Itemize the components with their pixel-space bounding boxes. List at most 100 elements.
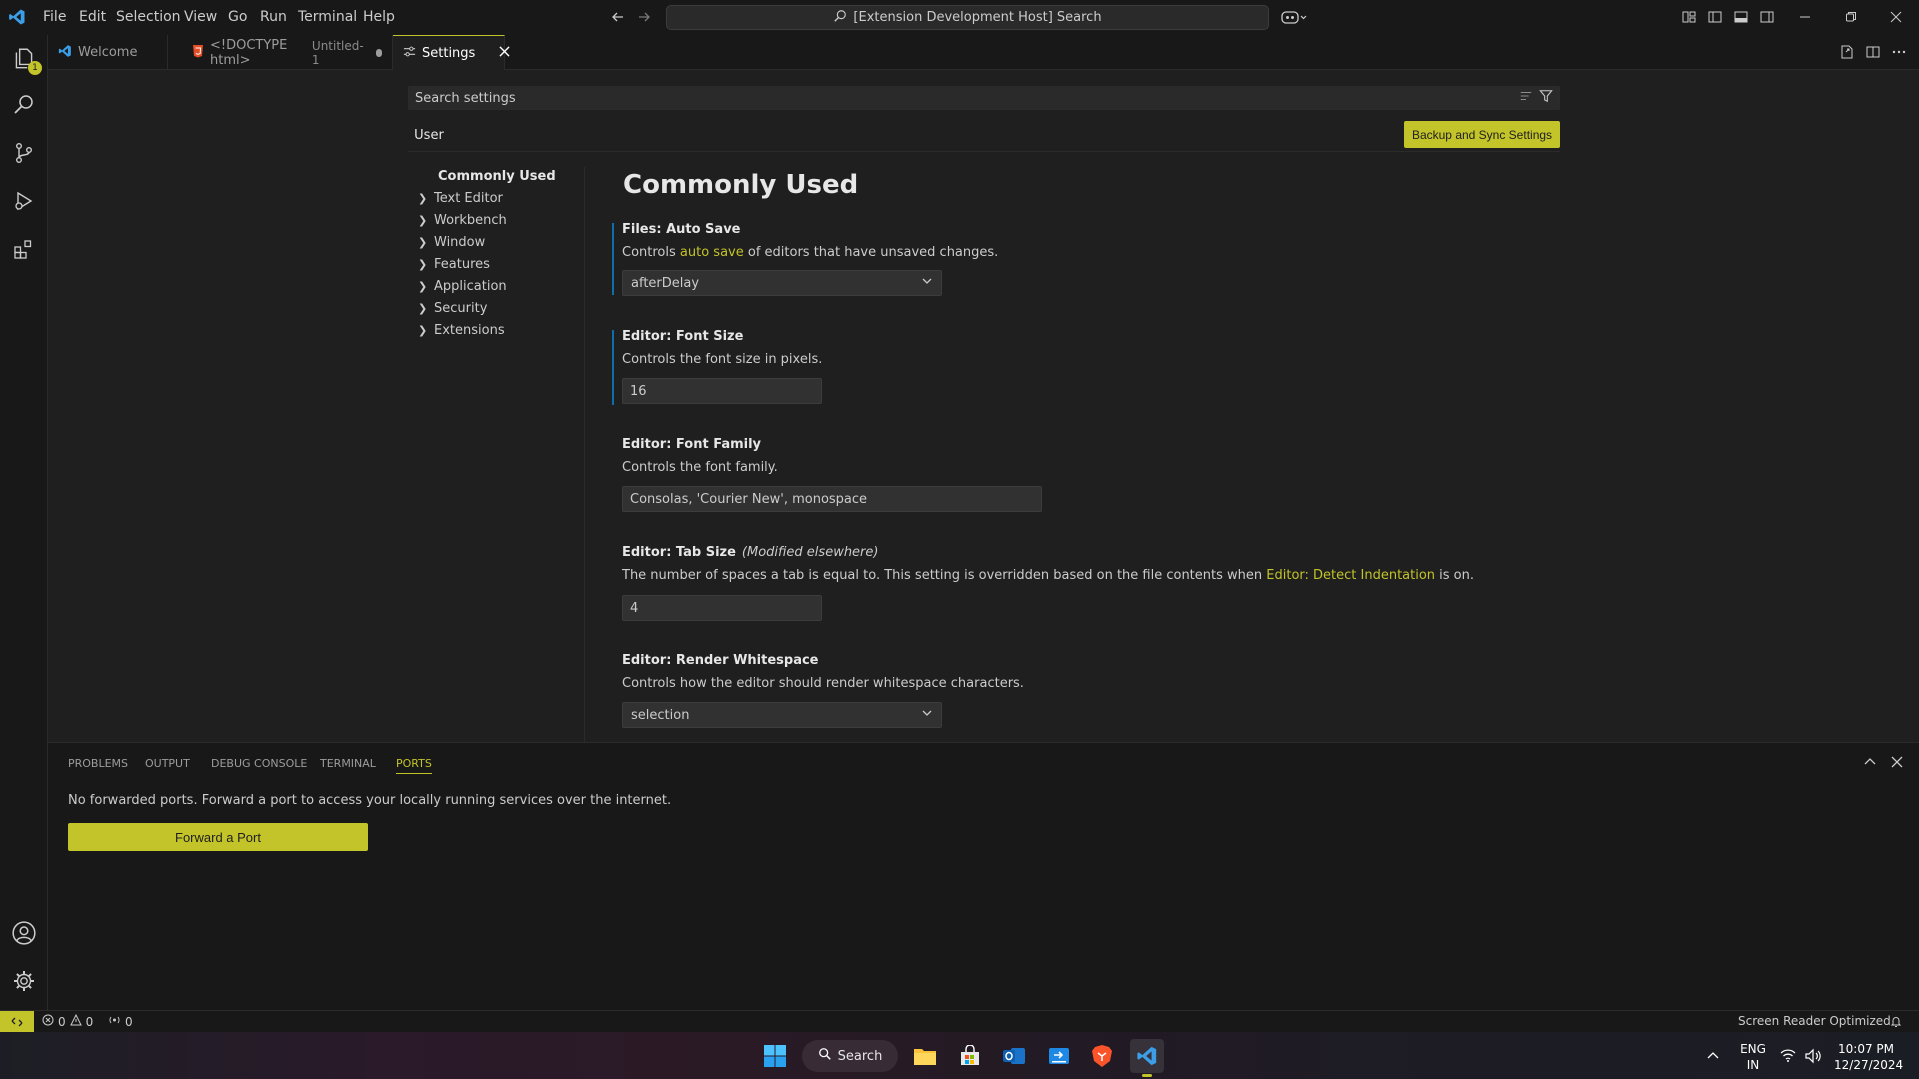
chevron-right-icon: ❯ [418, 258, 428, 271]
extensions-icon[interactable] [8, 233, 40, 265]
brave-browser-icon[interactable] [1087, 1041, 1117, 1071]
tab-welcome[interactable]: Welcome [48, 35, 168, 70]
run-debug-icon[interactable] [8, 185, 40, 217]
customize-layout-icon[interactable] [1680, 8, 1698, 26]
render-whitespace-select[interactable]: selection [622, 702, 942, 728]
menu-go[interactable]: Go [228, 9, 247, 25]
settings-scope-user-tab[interactable]: User [408, 122, 450, 152]
editor-tab-bar: Welcome <!DOCTYPE html> Untitled-1 Setti… [48, 35, 1919, 70]
system-clock[interactable]: 10:07 PM 12/27/2024 [1834, 1041, 1903, 1073]
panel-tab-output[interactable]: OUTPUT [145, 757, 190, 770]
toc-window[interactable]: ❯ Window [418, 235, 485, 250]
auto-save-link[interactable]: auto save [680, 245, 744, 260]
toggle-secondary-sidebar-icon[interactable] [1758, 8, 1776, 26]
menu-terminal[interactable]: Terminal [298, 9, 357, 25]
menu-edit[interactable]: Edit [79, 9, 106, 25]
settings-tab-icon [403, 45, 416, 62]
back-arrow-icon[interactable] [609, 8, 627, 26]
vscode-taskbar-icon[interactable] [1130, 1039, 1164, 1073]
setting-description: Controls how the editor should render wh… [622, 676, 1024, 691]
restore-icon[interactable] [1840, 6, 1862, 28]
panel-tab-debug-console[interactable]: DEBUG CONSOLE [211, 757, 307, 770]
search-view-icon[interactable] [8, 89, 40, 121]
remote-desktop-icon[interactable] [1044, 1041, 1074, 1071]
bottom-panel: PROBLEMS OUTPUT DEBUG CONSOLE TERMINAL P… [48, 742, 1919, 1010]
setting-title: Editor: Font Size [622, 329, 744, 344]
tab-settings[interactable]: Settings [393, 35, 510, 70]
maximize-panel-icon[interactable] [1863, 755, 1877, 769]
bell-icon[interactable] [1890, 1015, 1902, 1028]
chevron-down-icon [921, 275, 933, 291]
toggle-panel-icon[interactable] [1732, 8, 1750, 26]
font-family-input[interactable]: Consolas, 'Courier New', monospace [622, 486, 1042, 512]
split-editor-icon[interactable] [1865, 44, 1881, 60]
panel-tab-ports[interactable]: PORTS [396, 757, 432, 774]
chevron-right-icon: ❯ [418, 192, 428, 205]
microsoft-store-icon[interactable] [955, 1041, 985, 1071]
screen-reader-status[interactable]: Screen Reader Optimized [1738, 1014, 1891, 1028]
accounts-icon[interactable] [8, 917, 40, 949]
modified-elsewhere-label[interactable]: (Modified elsewhere) [742, 545, 879, 560]
ports-status[interactable]: 0 [108, 1014, 133, 1029]
menu-view[interactable]: View [184, 9, 217, 25]
menu-selection[interactable]: Selection [116, 9, 181, 25]
more-actions-icon[interactable] [1891, 44, 1907, 60]
close-window-icon[interactable] [1885, 6, 1907, 28]
detect-indentation-link[interactable]: Editor: Detect Indentation [1266, 568, 1435, 583]
active-app-indicator [1142, 1074, 1152, 1077]
toc-application[interactable]: ❯ Application [418, 279, 507, 294]
toc-features[interactable]: ❯ Features [418, 257, 490, 272]
open-settings-json-icon[interactable] [1839, 44, 1855, 60]
settings-search-box [408, 86, 1560, 110]
close-panel-icon[interactable] [1890, 755, 1904, 769]
explorer-icon[interactable]: 1 [8, 43, 42, 75]
setting-description: Controls auto save of editors that have … [622, 245, 999, 260]
input-language[interactable]: ENG IN [1737, 1041, 1769, 1073]
modified-indicator [612, 330, 614, 405]
panel-tab-problems[interactable]: PROBLEMS [68, 757, 128, 770]
source-control-icon[interactable] [8, 137, 40, 169]
toggle-primary-sidebar-icon[interactable] [1706, 8, 1724, 26]
font-size-input[interactable]: 16 [622, 378, 822, 404]
setting-description: Controls the font family. [622, 460, 778, 475]
command-center[interactable]: [Extension Development Host] Search [666, 5, 1269, 30]
close-tab-icon[interactable] [499, 45, 510, 61]
minimize-icon[interactable] [1794, 6, 1816, 28]
outlook-icon[interactable] [999, 1041, 1029, 1071]
filter-icon[interactable] [1539, 89, 1553, 107]
forward-arrow-icon[interactable] [635, 8, 653, 26]
taskbar-search[interactable]: Search [802, 1040, 898, 1072]
unsaved-dot-icon[interactable] [375, 48, 382, 57]
tab-size-input[interactable]: 4 [622, 595, 822, 621]
toc-text-editor[interactable]: ❯ Text Editor [418, 191, 503, 206]
clear-filter-icon[interactable] [1519, 89, 1533, 107]
forward-port-button[interactable]: Forward a Port [68, 823, 368, 851]
tab-label: <!DOCTYPE html> [210, 37, 288, 68]
copilot-icon[interactable] [1279, 8, 1309, 26]
volume-icon[interactable] [1804, 1048, 1822, 1064]
chevron-right-icon: ❯ [418, 280, 428, 293]
chevron-right-icon: ❯ [418, 324, 428, 337]
file-explorer-icon[interactable] [910, 1041, 940, 1071]
menu-help[interactable]: Help [363, 9, 395, 25]
auto-save-select[interactable]: afterDelay [622, 270, 942, 296]
windows-start-icon[interactable] [760, 1041, 790, 1071]
problems-status[interactable]: 0 0 [42, 1013, 93, 1029]
tab-untitled-html[interactable]: <!DOCTYPE html> Untitled-1 [168, 35, 393, 70]
menu-file[interactable]: File [43, 9, 66, 25]
toc-security[interactable]: ❯ Security [418, 301, 487, 316]
toc-divider [584, 167, 585, 742]
panel-tab-terminal[interactable]: TERMINAL [320, 757, 376, 770]
manage-gear-icon[interactable] [8, 965, 40, 997]
backup-sync-button[interactable]: Backup and Sync Settings [1404, 121, 1560, 148]
activity-bar: 1 [0, 35, 48, 1010]
wifi-icon[interactable] [1780, 1048, 1796, 1064]
settings-search-input[interactable] [415, 90, 1519, 106]
toc-workbench[interactable]: ❯ Workbench [418, 213, 507, 228]
remote-indicator[interactable] [0, 1011, 34, 1033]
explorer-badge: 1 [28, 61, 42, 75]
show-hidden-icons-icon[interactable] [1706, 1049, 1720, 1063]
toc-commonly-used[interactable]: Commonly Used [438, 169, 556, 184]
menu-run[interactable]: Run [260, 9, 287, 25]
toc-extensions[interactable]: ❯ Extensions [418, 323, 505, 338]
